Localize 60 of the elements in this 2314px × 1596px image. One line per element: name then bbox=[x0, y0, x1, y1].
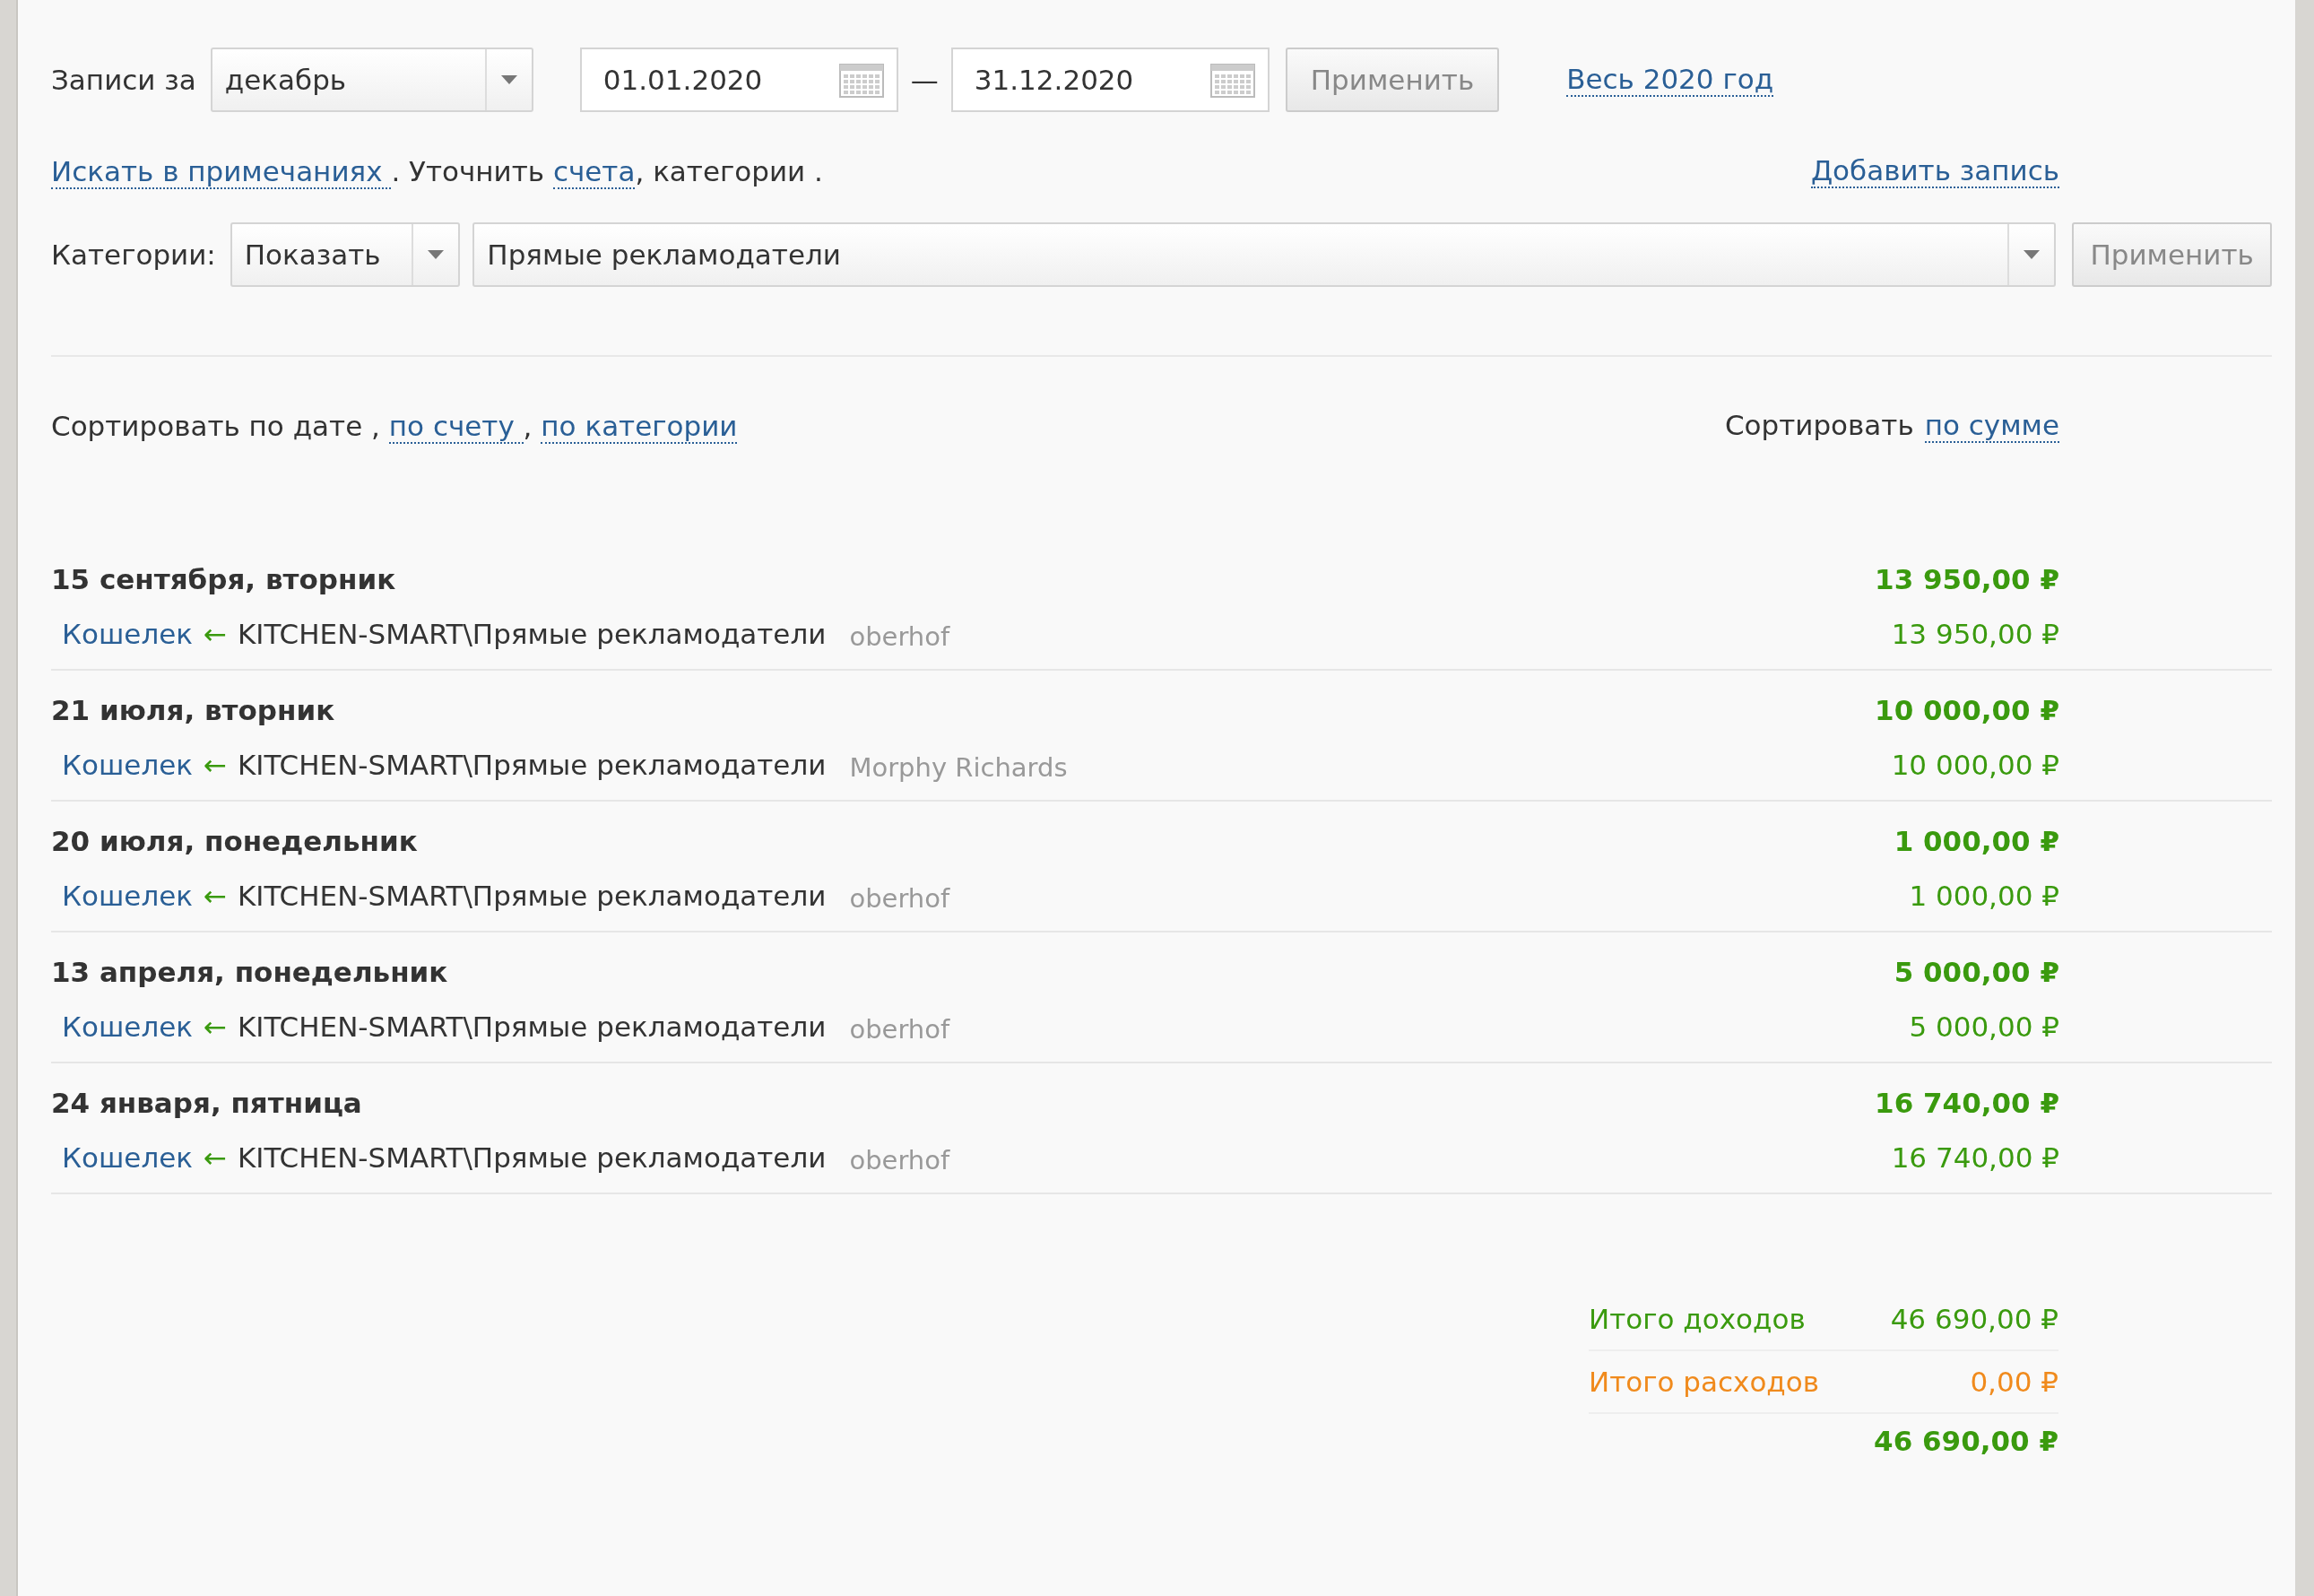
sort-by-amount-link[interactable]: по сумме bbox=[1924, 409, 2059, 443]
entry-amount: 5 000,00 ₽ bbox=[1909, 1011, 2059, 1043]
arrow-glyph: ← bbox=[204, 1011, 227, 1043]
entry-amount: 1 000,00 ₽ bbox=[1909, 880, 2059, 912]
account-link[interactable]: Кошелек bbox=[62, 1141, 194, 1174]
date-to-field[interactable]: 31.12.2020 bbox=[950, 48, 1270, 112]
entry-note: oberhof bbox=[849, 1014, 950, 1045]
entry-category: KITCHEN-SMART\Прямые рекламодатели bbox=[238, 618, 827, 650]
arrow-glyph: ← bbox=[204, 618, 227, 650]
day-heading: 15 сентября, вторник bbox=[51, 563, 396, 595]
refine-link[interactable]: счета bbox=[552, 155, 636, 189]
entry-note: Morphy Richards bbox=[849, 752, 1068, 783]
day-total: 1 000,00 ₽ bbox=[1894, 825, 2059, 857]
entry-category: KITCHEN-SMART\Прямые рекламодатели bbox=[238, 1141, 827, 1174]
month-select[interactable]: декабрь bbox=[210, 48, 533, 112]
arrow-glyph: ← bbox=[204, 749, 227, 781]
refine-text: Искать в примечаниях . Уточнить счета, категории . bbox=[51, 155, 823, 187]
total-label: Итого расходов bbox=[1589, 1366, 1820, 1398]
entry-note: oberhof bbox=[849, 1145, 950, 1175]
category-select[interactable]: Прямые рекламодатели bbox=[472, 222, 2057, 287]
account-link[interactable]: Кошелек bbox=[62, 1011, 194, 1043]
calendar-icon bbox=[1209, 62, 1255, 98]
mode-select[interactable]: Показать bbox=[230, 222, 461, 287]
day-heading: 21 июля, вторник bbox=[51, 694, 335, 726]
arrow-glyph: ← bbox=[204, 1141, 227, 1174]
day-heading: 13 апреля, понедельник bbox=[51, 956, 448, 988]
entry-category: KITCHEN-SMART\Прямые рекламодатели bbox=[238, 880, 827, 912]
calendar-icon bbox=[838, 62, 884, 98]
account-link[interactable]: Кошелек bbox=[62, 618, 194, 650]
sort-link[interactable]: по счету bbox=[388, 410, 524, 444]
whole-year-link[interactable]: Весь 2020 год bbox=[1566, 63, 1774, 97]
day-heading: 20 июля, понедельник bbox=[51, 825, 418, 857]
day-total: 10 000,00 ₽ bbox=[1875, 694, 2059, 726]
date-separator: — bbox=[910, 64, 939, 96]
add-record-link[interactable]: Добавить запись bbox=[1810, 154, 2059, 188]
refine-link[interactable]: Искать в примечаниях bbox=[51, 155, 392, 189]
day-total: 5 000,00 ₽ bbox=[1894, 956, 2059, 988]
categories-label: Категории: bbox=[51, 239, 216, 271]
day-total: 13 950,00 ₽ bbox=[1875, 563, 2059, 595]
total-label: Итого доходов bbox=[1589, 1303, 1806, 1335]
date-from-field[interactable]: 01.01.2020 bbox=[579, 48, 898, 112]
entry-amount: 10 000,00 ₽ bbox=[1891, 749, 2059, 781]
total-value: 46 690,00 ₽ bbox=[1890, 1303, 2058, 1335]
total-value: 0,00 ₽ bbox=[1970, 1366, 2058, 1398]
entry-note: oberhof bbox=[849, 621, 950, 652]
account-link[interactable]: Кошелек bbox=[62, 880, 194, 912]
grand-total: 46 690,00 ₽ bbox=[1873, 1425, 2058, 1457]
sort-link[interactable]: по категории bbox=[541, 410, 738, 444]
sort-text: Сортировать по дате , по счету , по категории bbox=[51, 410, 738, 442]
period-label: Записи за bbox=[51, 64, 196, 96]
sort-label: Сортировать bbox=[1724, 409, 1914, 443]
day-heading: 24 января, пятница bbox=[51, 1087, 362, 1119]
entry-category: KITCHEN-SMART\Прямые рекламодатели bbox=[238, 749, 827, 781]
entry-note: oberhof bbox=[849, 883, 950, 914]
arrow-glyph: ← bbox=[204, 880, 227, 912]
entry-category: KITCHEN-SMART\Прямые рекламодатели bbox=[238, 1011, 827, 1043]
entry-amount: 13 950,00 ₽ bbox=[1891, 618, 2059, 650]
account-link[interactable]: Кошелек bbox=[62, 749, 194, 781]
day-total: 16 740,00 ₽ bbox=[1875, 1087, 2059, 1119]
entry-amount: 16 740,00 ₽ bbox=[1891, 1141, 2059, 1174]
